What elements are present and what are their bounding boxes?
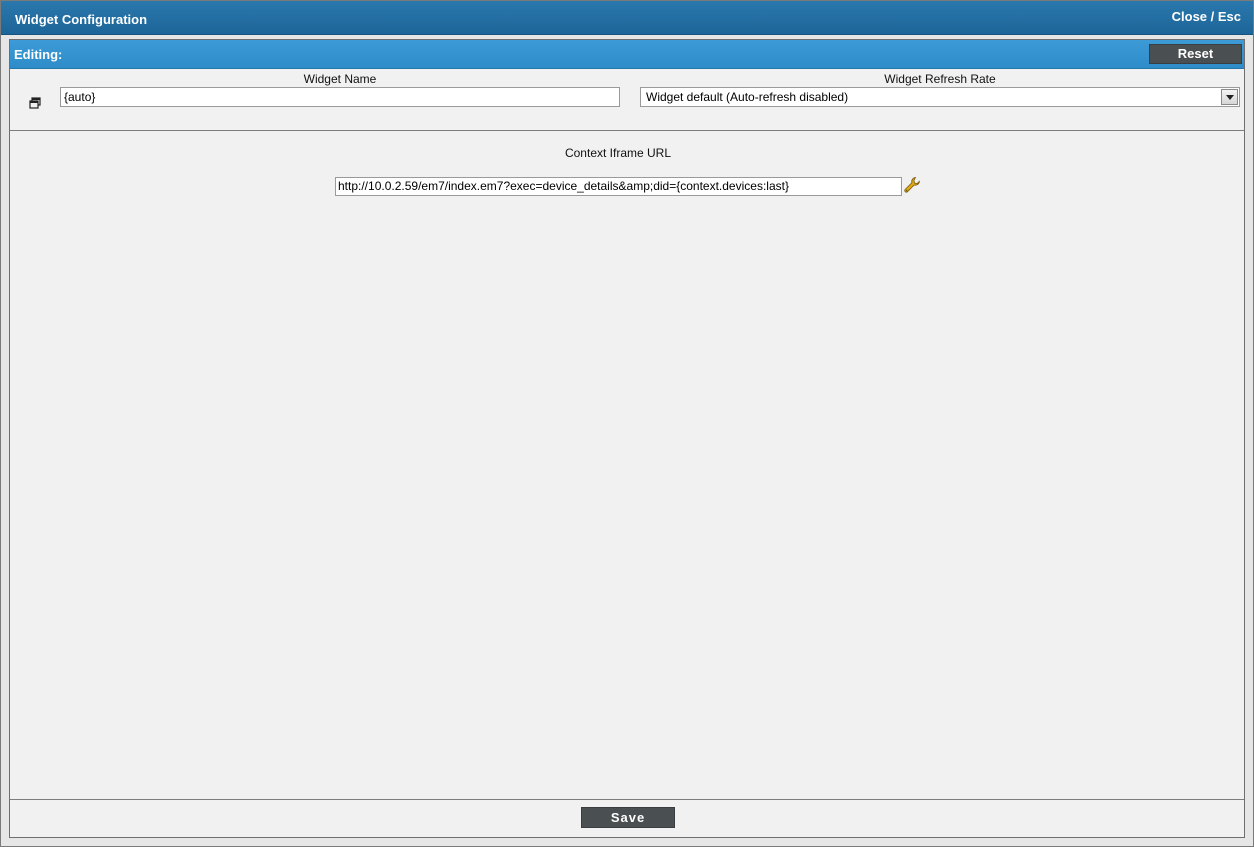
widget-name-input[interactable]: {auto} <box>60 87 620 107</box>
dialog-title: Widget Configuration <box>15 12 148 27</box>
restore-window-icon[interactable] <box>29 97 41 109</box>
widget-configuration-dialog: Widget Configuration Close / Esc Editing… <box>0 0 1254 847</box>
close-button[interactable]: Close / Esc <box>1172 9 1241 24</box>
editing-label: Editing: <box>14 47 63 62</box>
save-button[interactable]: Save <box>581 807 675 828</box>
widget-name-label: Widget Name <box>303 72 377 86</box>
refresh-rate-value: Widget default (Auto-refresh disabled) <box>646 90 849 104</box>
refresh-rate-select[interactable]: Widget default (Auto-refresh disabled) <box>640 87 1240 107</box>
section-divider-bottom <box>10 799 1244 800</box>
section-divider-top <box>10 130 1244 131</box>
context-url-label: Context Iframe URL <box>564 146 672 160</box>
reset-button[interactable]: Reset <box>1149 44 1242 64</box>
editing-panel: Editing: Reset Widget Name {auto} Widget… <box>9 39 1245 838</box>
dialog-titlebar: Widget Configuration Close / Esc <box>1 1 1253 35</box>
chevron-down-icon[interactable] <box>1221 89 1238 105</box>
wrench-icon[interactable] <box>903 176 921 194</box>
editing-bar: Editing: Reset <box>10 40 1244 69</box>
context-url-input[interactable]: http://10.0.2.59/em7/index.em7?exec=devi… <box>335 177 902 196</box>
refresh-rate-label: Widget Refresh Rate <box>884 72 996 86</box>
